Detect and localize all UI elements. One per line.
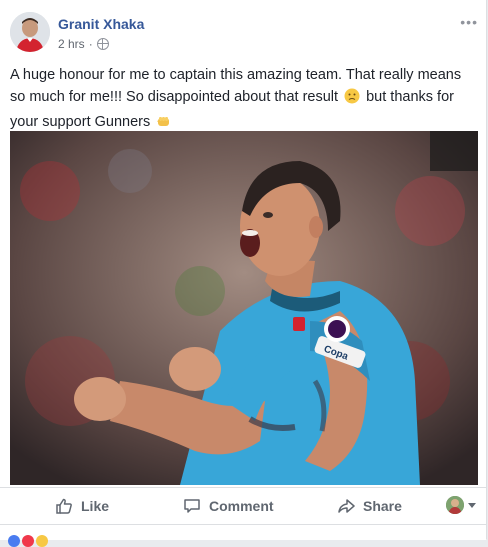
author-name[interactable]: Granit Xhaka [58, 16, 144, 32]
thumbs-up-icon [56, 498, 72, 514]
post-card: Granit Xhaka 2 hrs · ••• A huge honour f… [0, 0, 487, 547]
post-as-selector[interactable] [446, 496, 476, 514]
share-label: Share [363, 498, 402, 514]
post-photo[interactable]: Copa [10, 131, 478, 485]
like-reaction-icon [8, 535, 20, 547]
share-button[interactable]: Share [337, 488, 402, 524]
chevron-down-icon [468, 502, 476, 508]
comment-label: Comment [209, 498, 274, 514]
share-arrow-icon [338, 499, 355, 513]
wow-reaction-icon [36, 535, 48, 547]
love-reaction-icon [22, 535, 34, 547]
post-actions-bar: Like Comment Share [0, 487, 486, 524]
more-options-icon[interactable]: ••• [460, 14, 478, 30]
author-avatar[interactable] [10, 12, 50, 52]
reactions-strip [0, 524, 486, 547]
post-header: Granit Xhaka 2 hrs · ••• [10, 12, 478, 56]
like-label: Like [81, 498, 110, 514]
separator-dot: · [88, 37, 93, 51]
like-button[interactable]: Like [55, 488, 109, 524]
post-text: A huge honour for me to captain this ama… [10, 64, 475, 136]
reaction-icons[interactable] [8, 535, 48, 547]
viewer-avatar [446, 496, 464, 514]
post-meta: 2 hrs · [58, 37, 109, 51]
comment-bubble-icon [184, 499, 200, 513]
globe-icon [96, 38, 109, 50]
disappointed-face-emoji-icon [344, 88, 360, 111]
post-timestamp[interactable]: 2 hrs [58, 37, 85, 51]
comment-button[interactable]: Comment [183, 488, 274, 524]
